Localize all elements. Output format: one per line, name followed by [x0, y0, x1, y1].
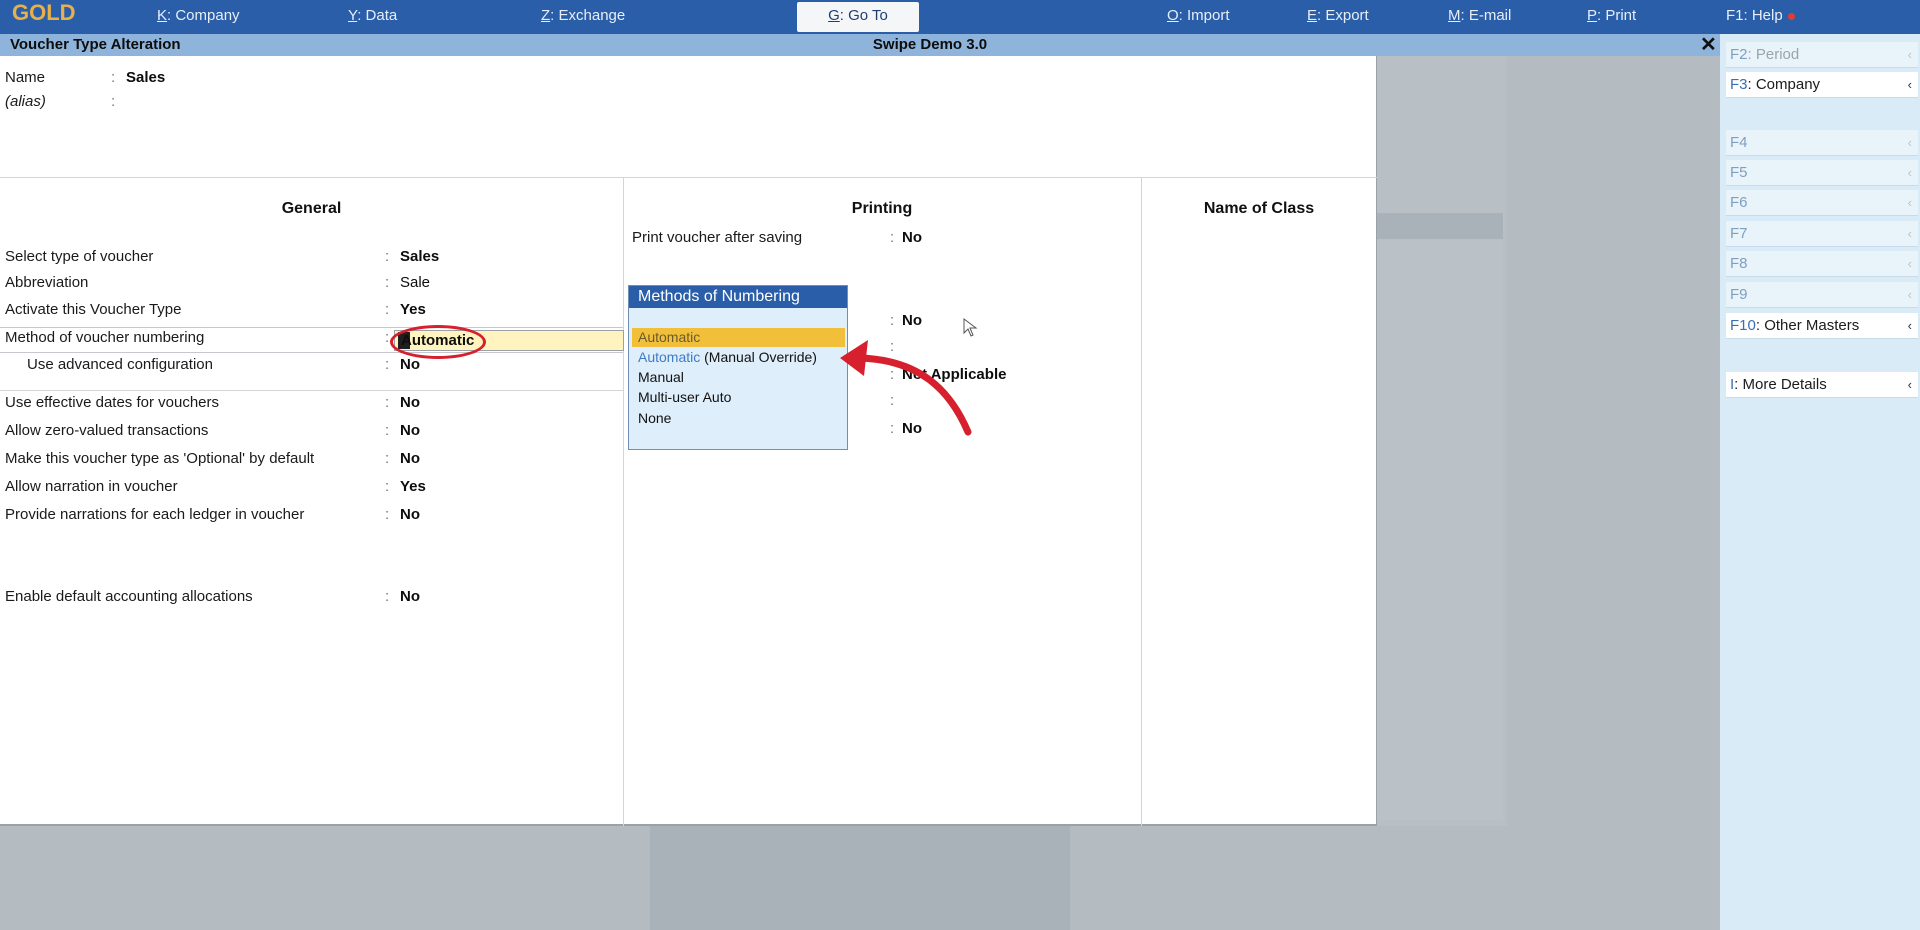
methods-of-numbering-popup: Methods of Numbering Automatic Automatic… [628, 285, 848, 450]
menu-email[interactable]: M: E-mail [1448, 0, 1511, 34]
menu-company[interactable]: K: Company [157, 0, 240, 34]
chevron-left-icon: ‹ [1907, 287, 1912, 302]
sidebar-button-f6[interactable]: F6 ‹ [1726, 190, 1918, 216]
popup-option-automatic[interactable]: Automatic [632, 328, 845, 347]
general-row-label: Method of voucher numbering [5, 329, 205, 346]
general-row-value[interactable]: Sale [400, 274, 430, 291]
general-row-value[interactable]: Yes [400, 301, 426, 318]
popup-option-none[interactable]: None [638, 410, 671, 426]
top-menu-bar: GOLD K: Company Y: Data Z: Exchange G: G… [0, 0, 1920, 34]
menu-go-to[interactable]: G: Go To [797, 2, 919, 32]
background-ghost-column [650, 826, 1070, 930]
menu-help[interactable]: F1: Help [1726, 0, 1795, 34]
menu-import[interactable]: O: Import [1167, 0, 1230, 34]
alias-colon: : [111, 93, 116, 110]
name-colon: : [111, 69, 116, 86]
chevron-left-icon: ‹ [1907, 165, 1912, 180]
general-row-label: Allow zero-valued transactions [5, 422, 209, 439]
print-after-saving-label: Print voucher after saving [632, 229, 803, 246]
chevron-left-icon: ‹ [1907, 47, 1912, 62]
general-row-value[interactable]: No [400, 356, 420, 373]
header-divider [0, 177, 1377, 178]
general-row-value[interactable]: No [400, 588, 420, 605]
sidebar-button-period[interactable]: F2: Period ‹ [1726, 42, 1918, 68]
column-divider-2 [1141, 178, 1142, 826]
sidebar-button-f9[interactable]: F9 ‹ [1726, 282, 1918, 308]
menu-print[interactable]: P: Print [1587, 0, 1636, 34]
popup-title: Methods of Numbering [629, 286, 847, 308]
close-icon[interactable]: ✕ [1700, 34, 1717, 56]
right-sidebar: F2: Period ‹ F3: Company ‹ F4 ‹ F5 ‹ F6 ‹ F7 ‹… [1720, 34, 1920, 930]
notification-dot-icon [1787, 12, 1795, 20]
general-row-value[interactable]: No [400, 450, 420, 467]
company-name: Swipe Demo 3.0 [872, 36, 988, 53]
general-row-value[interactable]: No [400, 506, 420, 523]
general-heading: General [281, 200, 342, 217]
name-value[interactable]: Sales [126, 69, 165, 86]
row-colon: : [385, 478, 390, 495]
chevron-left-icon: ‹ [1907, 318, 1912, 333]
row-colon: : [385, 506, 390, 523]
sidebar-button-f7[interactable]: F7 ‹ [1726, 221, 1918, 247]
general-row-label: Use advanced configuration [27, 356, 213, 373]
general-row-label: Enable default accounting allocations [5, 588, 253, 605]
name-label: Name [5, 69, 46, 86]
general-row-value[interactable]: Yes [400, 478, 426, 495]
brand-logo: GOLD [12, 0, 76, 25]
chevron-left-icon: ‹ [1907, 256, 1912, 271]
section-divider [0, 390, 623, 391]
general-row-value[interactable]: No [400, 394, 420, 411]
general-row-value[interactable]: No [400, 422, 420, 439]
chevron-left-icon: ‹ [1907, 377, 1912, 392]
sidebar-button-other-masters[interactable]: F10: Other Masters ‹ [1726, 313, 1918, 339]
chevron-left-icon: ‹ [1907, 195, 1912, 210]
row-colon: : [385, 422, 390, 439]
row-colon: : [890, 229, 895, 246]
sidebar-button-f4[interactable]: F4 ‹ [1726, 130, 1918, 156]
general-row-label: Use effective dates for vouchers [5, 394, 219, 411]
annotation-arrow-icon [840, 340, 972, 436]
menu-exchange[interactable]: Z: Exchange [541, 0, 625, 34]
screen-title: Voucher Type Alteration [10, 36, 181, 53]
sidebar-button-f8[interactable]: F8 ‹ [1726, 251, 1918, 277]
row-colon: : [385, 329, 390, 346]
sidebar-button-f5[interactable]: F5 ‹ [1726, 160, 1918, 186]
sidebar-button-more-details[interactable]: I: More Details ‹ [1726, 372, 1918, 398]
popup-option-manual[interactable]: Manual [638, 369, 684, 385]
name-of-class-heading: Name of Class [1203, 200, 1315, 217]
column-divider-1 [623, 178, 624, 826]
printing-heading: Printing [851, 200, 913, 217]
popup-option-multi-user-auto[interactable]: Multi-user Auto [638, 389, 731, 405]
row-colon: : [385, 588, 390, 605]
general-row-label: Abbreviation [5, 274, 89, 291]
background-bar [1377, 213, 1503, 239]
title-bar: Voucher Type Alteration Swipe Demo 3.0 ✕ [0, 34, 1720, 56]
background-ghost-area [1377, 240, 1503, 820]
general-row-label: Allow narration in voucher [5, 478, 178, 495]
general-row-label: Provide narrations for each ledger in vo… [5, 506, 305, 523]
row-colon: : [385, 394, 390, 411]
general-row-label: Select type of voucher [5, 248, 154, 265]
row-colon: : [385, 356, 390, 373]
popup-option-automatic-manual-override[interactable]: Automatic (Manual Override) [638, 349, 817, 365]
row-colon: : [385, 301, 390, 318]
chevron-left-icon: ‹ [1907, 77, 1912, 92]
print-after-saving-value[interactable]: No [902, 229, 922, 246]
menu-data[interactable]: Y: Data [348, 0, 397, 34]
row-colon: : [385, 450, 390, 467]
annotation-circle [390, 325, 486, 359]
general-row-value[interactable]: Sales [400, 248, 439, 265]
alias-label: (alias) [5, 93, 46, 110]
row-colon: : [385, 274, 390, 291]
chevron-left-icon: ‹ [1907, 226, 1912, 241]
row-colon: : [385, 248, 390, 265]
general-row-label: Make this voucher type as 'Optional' by … [5, 450, 315, 467]
sidebar-button-company[interactable]: F3: Company ‹ [1726, 72, 1918, 98]
general-row-label: Activate this Voucher Type [5, 301, 182, 318]
menu-export[interactable]: E: Export [1307, 0, 1369, 34]
chevron-left-icon: ‹ [1907, 135, 1912, 150]
